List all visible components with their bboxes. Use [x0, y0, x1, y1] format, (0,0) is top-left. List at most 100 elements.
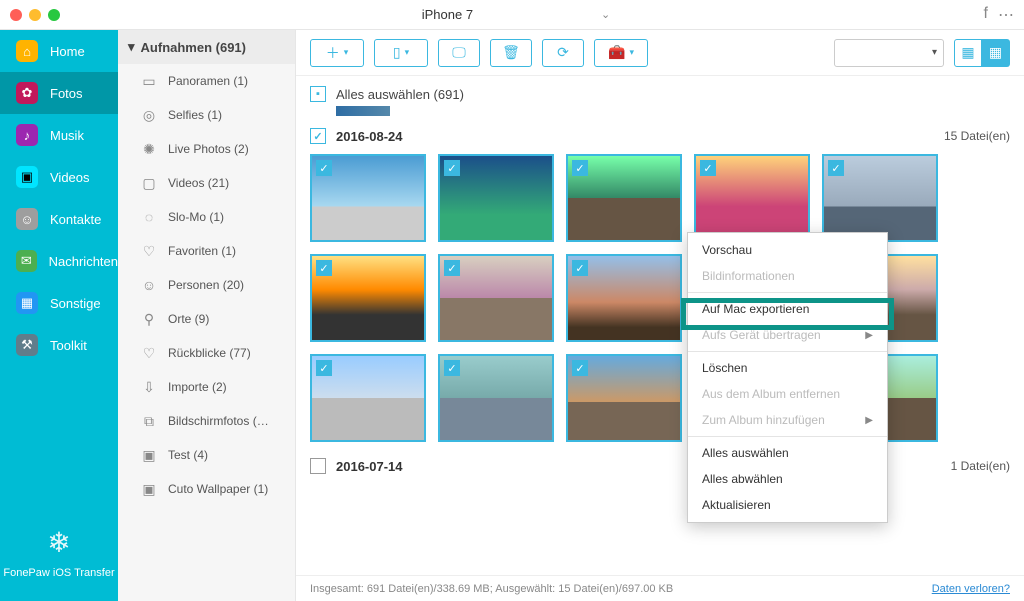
- close-icon[interactable]: [10, 9, 22, 21]
- album-selfies[interactable]: ◎Selfies (1): [118, 98, 295, 132]
- toolbox-button[interactable]: 🧰▾: [594, 39, 648, 67]
- nav-messages[interactable]: ✉Nachrichten: [0, 240, 118, 282]
- album-label: Rückblicke (77): [168, 346, 251, 360]
- ctx-refresh[interactable]: Aktualisieren: [688, 492, 887, 518]
- nav-videos[interactable]: ▣Videos: [0, 156, 118, 198]
- view-small-button[interactable]: ▦: [982, 39, 1010, 67]
- checkbox-icon[interactable]: ✓: [310, 128, 326, 144]
- brand: ❄ FonePaw iOS Transfer: [0, 508, 118, 601]
- photo-thumbnail[interactable]: ✓: [310, 254, 426, 342]
- check-icon[interactable]: ✓: [700, 160, 716, 176]
- album-label: Videos (21): [168, 176, 229, 190]
- contacts-icon: ☺: [16, 208, 38, 230]
- photo-thumbnail[interactable]: ✓: [566, 254, 682, 342]
- nav-other[interactable]: ▦Sonstige: [0, 282, 118, 324]
- chevron-down-icon: ▾: [128, 39, 135, 55]
- check-icon[interactable]: ✓: [572, 160, 588, 176]
- nav-toolkit[interactable]: ⚒Toolkit: [0, 324, 118, 366]
- photo-thumbnail[interactable]: ✓: [438, 154, 554, 242]
- sidebar-primary: ⌂Home ✿Fotos ♪Musik ▣Videos ☺Kontakte ✉N…: [0, 30, 118, 601]
- check-icon[interactable]: ✓: [444, 260, 460, 276]
- chevron-down-icon: ⌄: [601, 8, 610, 21]
- feedback-icon[interactable]: ⋯: [998, 5, 1014, 25]
- data-lost-link[interactable]: Daten verloren?: [932, 583, 1010, 595]
- sort-select[interactable]: ▾: [834, 39, 944, 67]
- checkbox-icon[interactable]: ▪: [310, 86, 326, 102]
- album-label: Cuto Wallpaper (1): [168, 482, 268, 496]
- export-computer-button[interactable]: 🖵: [438, 39, 480, 67]
- photo-thumbnail[interactable]: ✓: [438, 354, 554, 442]
- album-videos[interactable]: ▢Videos (21): [118, 166, 295, 200]
- album-people[interactable]: ☺Personen (20): [118, 268, 295, 302]
- check-icon[interactable]: ✓: [572, 260, 588, 276]
- check-icon[interactable]: ✓: [316, 260, 332, 276]
- toolbox-icon: 🧰: [608, 44, 625, 61]
- ctx-select-all[interactable]: Alles auswählen: [688, 440, 887, 466]
- select-all-label: Alles auswählen (691): [336, 87, 464, 102]
- window-controls: [10, 9, 60, 21]
- ctx-remove-album: Aus dem Album entfernen: [688, 381, 887, 407]
- photo-thumbnail[interactable]: ✓: [566, 354, 682, 442]
- nav-label: Home: [50, 44, 85, 59]
- facebook-icon[interactable]: f: [984, 5, 988, 25]
- ctx-deselect-all[interactable]: Alles abwählen: [688, 466, 887, 492]
- photo-thumbnail[interactable]: ✓: [310, 354, 426, 442]
- ctx-delete[interactable]: Löschen: [688, 355, 887, 381]
- photo-thumbnail[interactable]: ✓: [822, 154, 938, 242]
- album-favorites[interactable]: ♡Favoriten (1): [118, 234, 295, 268]
- nav-home[interactable]: ⌂Home: [0, 30, 118, 72]
- add-button[interactable]: ＋▾: [310, 39, 364, 67]
- check-icon[interactable]: ✓: [572, 360, 588, 376]
- photo-thumbnail[interactable]: ✓: [694, 154, 810, 242]
- date-group-header[interactable]: 2016-07-14 1 Datei(en): [310, 452, 1010, 480]
- file-count: 15 Datei(en): [944, 129, 1010, 143]
- album-screenshots[interactable]: ⧉Bildschirmfotos (…: [118, 404, 295, 438]
- refresh-button[interactable]: ⟳: [542, 39, 584, 67]
- album-label: Importe (2): [168, 380, 227, 394]
- album-label: Favoriten (1): [168, 244, 236, 258]
- nav-photos[interactable]: ✿Fotos: [0, 72, 118, 114]
- album-places[interactable]: ⚲Orte (9): [118, 302, 295, 336]
- album-livephotos[interactable]: ✺Live Photos (2): [118, 132, 295, 166]
- album-slomo[interactable]: ◌Slo-Mo (1): [118, 200, 295, 234]
- photo-thumbnail[interactable]: ✓: [566, 154, 682, 242]
- ctx-transfer: Aufs Gerät übertragen▶: [688, 322, 887, 348]
- ctx-label: Aufs Gerät übertragen: [702, 328, 821, 342]
- albums-header[interactable]: ▾Aufnahmen (691): [118, 30, 295, 64]
- select-all-row[interactable]: ▪ Alles auswählen (691): [310, 80, 1010, 106]
- nav-contacts[interactable]: ☺Kontakte: [0, 198, 118, 240]
- view-large-button[interactable]: ▦: [954, 39, 982, 67]
- brand-logo-icon: ❄: [0, 526, 118, 559]
- trash-icon: 🗑: [502, 44, 520, 61]
- album-label: Selfies (1): [168, 108, 222, 122]
- check-icon[interactable]: ✓: [828, 160, 844, 176]
- delete-button[interactable]: 🗑: [490, 39, 532, 67]
- minimize-icon[interactable]: [29, 9, 41, 21]
- content-scroll[interactable]: ▪ Alles auswählen (691) ✓ 2016-08-24 15 …: [296, 76, 1024, 575]
- album-memories[interactable]: ♡Rückblicke (77): [118, 336, 295, 370]
- check-icon[interactable]: ✓: [316, 360, 332, 376]
- date-group-header[interactable]: ✓ 2016-08-24 15 Datei(en): [310, 122, 1010, 150]
- check-icon[interactable]: ✓: [444, 160, 460, 176]
- check-icon[interactable]: ✓: [316, 160, 332, 176]
- album-panoramas[interactable]: ▭Panoramen (1): [118, 64, 295, 98]
- album-test[interactable]: ▣Test (4): [118, 438, 295, 472]
- ctx-export-mac[interactable]: Auf Mac exportieren: [688, 296, 887, 322]
- device-name: iPhone 7: [422, 7, 473, 22]
- album-imports[interactable]: ⇩Importe (2): [118, 370, 295, 404]
- file-count: 1 Datei(en): [951, 459, 1010, 473]
- album-cuto[interactable]: ▣Cuto Wallpaper (1): [118, 472, 295, 506]
- check-icon[interactable]: ✓: [444, 360, 460, 376]
- photo-thumbnail[interactable]: ✓: [310, 154, 426, 242]
- view-toggle: ▦ ▦: [954, 39, 1010, 67]
- photo-thumbnail[interactable]: ✓: [438, 254, 554, 342]
- toolbar: ＋▾ ▯▾ 🖵 🗑 ⟳ 🧰▾ ▾ ▦ ▦: [296, 30, 1024, 76]
- maximize-icon[interactable]: [48, 9, 60, 21]
- checkbox-icon[interactable]: [310, 458, 326, 474]
- device-selector[interactable]: iPhone 7 ⌄: [414, 7, 611, 22]
- ctx-preview[interactable]: Vorschau: [688, 237, 887, 263]
- nav-music[interactable]: ♪Musik: [0, 114, 118, 156]
- ctx-info: Bildinformationen: [688, 263, 887, 289]
- submenu-arrow-icon: ▶: [865, 415, 873, 426]
- export-device-button[interactable]: ▯▾: [374, 39, 428, 67]
